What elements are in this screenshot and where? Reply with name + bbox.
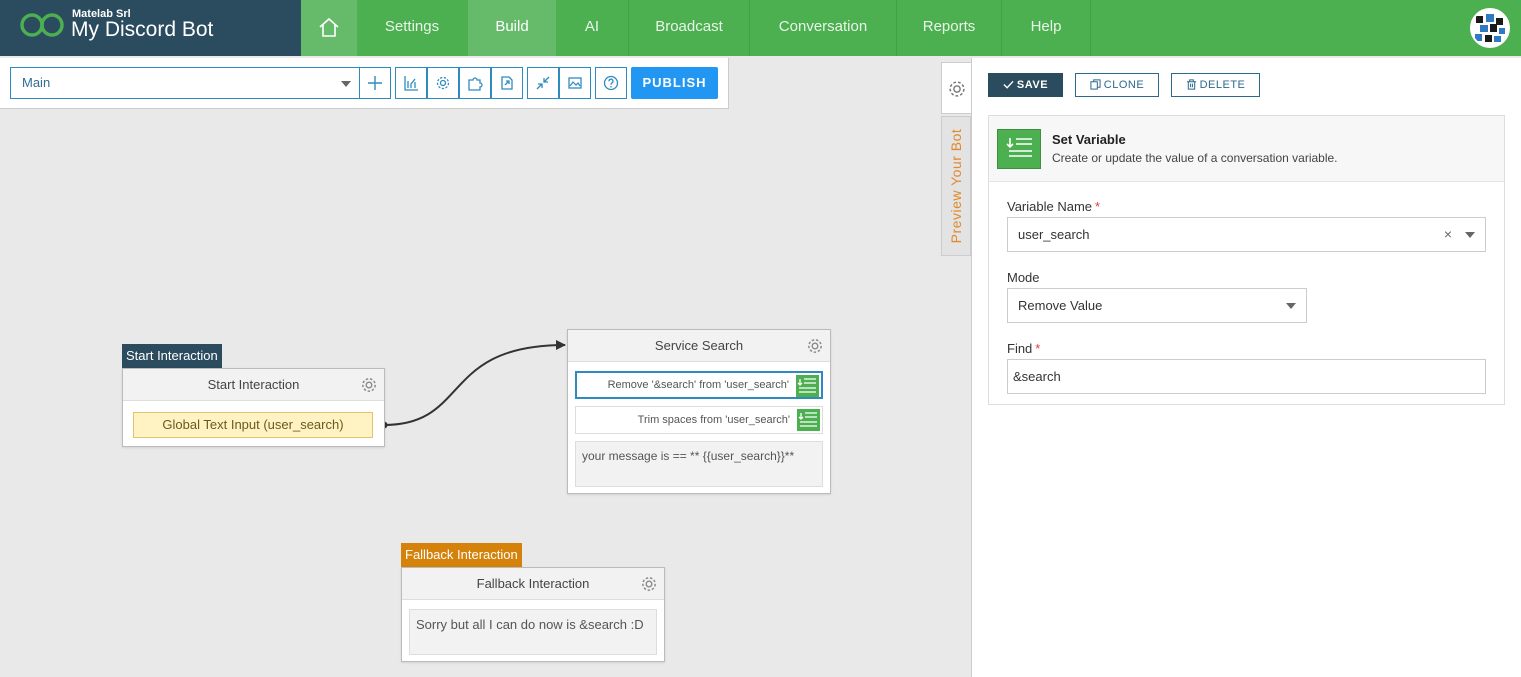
- brand-block[interactable]: Matelab Srl My Discord Bot: [0, 0, 301, 56]
- user-avatar[interactable]: [1470, 8, 1510, 48]
- flow-select[interactable]: Main: [10, 67, 360, 99]
- fallback-interaction-tag: Fallback Interaction: [401, 543, 522, 567]
- set-variable-icon: [797, 409, 820, 431]
- image-icon: [568, 77, 582, 89]
- save-label: SAVE: [1016, 79, 1049, 91]
- mode-label: Mode: [1007, 270, 1040, 285]
- clear-icon[interactable]: ×: [1444, 218, 1452, 251]
- export-button[interactable]: [491, 67, 523, 99]
- action-remove-value[interactable]: Remove '&search' from 'user_search': [575, 371, 823, 399]
- nav-separator: [1090, 0, 1091, 56]
- node-title: Service Search: [654, 338, 744, 353]
- start-interaction-tag: Start Interaction: [122, 344, 222, 368]
- tab-preview-label: Preview Your Bot: [948, 128, 964, 244]
- nav-build[interactable]: Build: [468, 0, 556, 56]
- card-title: Set Variable: [1052, 132, 1126, 147]
- help-icon: [603, 75, 619, 91]
- gear-icon[interactable]: [360, 376, 378, 394]
- gear-icon: [436, 76, 450, 90]
- mode-select[interactable]: Remove Value: [1007, 288, 1307, 323]
- delete-button[interactable]: DELETE: [1171, 73, 1260, 97]
- flow-settings-button[interactable]: [427, 67, 459, 99]
- mode-value: Remove Value: [1018, 298, 1103, 313]
- nav-settings[interactable]: Settings: [357, 0, 467, 56]
- gear-icon[interactable]: [806, 337, 824, 355]
- fallback-interaction-node[interactable]: Fallback Interaction Sorry but all I can…: [401, 567, 665, 662]
- card-description: Create or update the value of a conversa…: [1052, 151, 1338, 165]
- service-search-node[interactable]: Service Search Remove '&search' from 'us…: [567, 329, 831, 494]
- variable-name-value: user_search: [1018, 227, 1090, 242]
- clone-label: CLONE: [1103, 79, 1145, 91]
- chart-icon: [404, 76, 418, 91]
- trash-icon: [1186, 79, 1196, 90]
- card-header: Set Variable Create or update the value …: [989, 116, 1504, 182]
- clone-button[interactable]: CLONE: [1075, 73, 1159, 97]
- find-value: &search: [1013, 369, 1061, 384]
- plugins-button[interactable]: [459, 67, 491, 99]
- nav-conversation[interactable]: Conversation: [750, 0, 896, 56]
- plus-icon: [368, 76, 382, 90]
- analytics-button[interactable]: [395, 67, 427, 99]
- avatar-pattern-icon: [1472, 10, 1508, 46]
- start-interaction-node[interactable]: Start Interaction Global Text Input (use…: [122, 368, 385, 447]
- collapse-button[interactable]: [527, 67, 559, 99]
- export-icon: [501, 76, 513, 90]
- properties-panel: SAVE CLONE DELETE Set Variable Create or…: [971, 58, 1521, 677]
- action-label: Remove '&search' from 'user_search': [607, 379, 789, 391]
- caret-down-icon: [1465, 232, 1475, 238]
- copy-icon: [1090, 79, 1101, 90]
- variable-name-select[interactable]: user_search ×: [1007, 217, 1486, 252]
- tab-preview-your-bot[interactable]: Preview Your Bot: [941, 116, 971, 256]
- delete-label: DELETE: [1199, 79, 1246, 91]
- action-label: Trim spaces from 'user_search': [637, 414, 790, 426]
- set-variable-icon: [997, 129, 1041, 169]
- fallback-message-block[interactable]: Sorry but all I can do now is &search :D: [409, 609, 657, 655]
- action-trim-spaces[interactable]: Trim spaces from 'user_search': [575, 406, 823, 434]
- flow-canvas[interactable]: Start Interaction Start Interaction Glob…: [0, 109, 941, 677]
- global-text-input-chip[interactable]: Global Text Input (user_search): [133, 412, 373, 438]
- caret-down-icon: [1286, 303, 1296, 309]
- node-title: Fallback Interaction: [476, 576, 590, 591]
- find-label: Find *: [1007, 341, 1041, 356]
- find-input[interactable]: &search: [1007, 359, 1486, 394]
- flow-toolbar: Main PUBLISH: [0, 58, 729, 109]
- set-variable-card: Set Variable Create or update the value …: [988, 115, 1505, 405]
- nav-help[interactable]: Help: [1002, 0, 1090, 56]
- add-flow-button[interactable]: [359, 67, 391, 99]
- node-header: Service Search: [568, 330, 830, 362]
- gear-icon[interactable]: [640, 575, 658, 593]
- node-header: Start Interaction: [123, 369, 384, 401]
- save-button[interactable]: SAVE: [988, 73, 1063, 97]
- message-block[interactable]: your message is == ** {{user_search}}**: [575, 441, 823, 487]
- nav-broadcast[interactable]: Broadcast: [629, 0, 749, 56]
- caret-down-icon: [341, 81, 351, 87]
- app-name: My Discord Bot: [71, 18, 214, 41]
- node-title: Start Interaction: [207, 377, 300, 392]
- home-icon: [319, 17, 339, 37]
- variable-name-label: Variable Name *: [1007, 199, 1101, 214]
- set-variable-icon: [796, 375, 819, 397]
- flow-select-value: Main: [22, 75, 51, 90]
- nav-reports[interactable]: Reports: [897, 0, 1001, 56]
- nav-ai[interactable]: AI: [556, 0, 628, 56]
- check-icon: [1003, 80, 1014, 89]
- help-button[interactable]: [595, 67, 627, 99]
- tab-settings[interactable]: [941, 62, 971, 114]
- publish-button[interactable]: PUBLISH: [631, 67, 718, 99]
- side-tabs: Preview Your Bot: [941, 58, 971, 258]
- image-button[interactable]: [559, 67, 591, 99]
- nav-home-button[interactable]: [301, 0, 357, 56]
- puzzle-icon: [468, 77, 483, 91]
- top-navigation-bar: Matelab Srl My Discord Bot Settings Buil…: [0, 0, 1521, 56]
- brand-logo-icon: [20, 13, 64, 37]
- gear-icon: [949, 81, 965, 97]
- node-header: Fallback Interaction: [402, 568, 664, 600]
- collapse-icon: [536, 76, 550, 90]
